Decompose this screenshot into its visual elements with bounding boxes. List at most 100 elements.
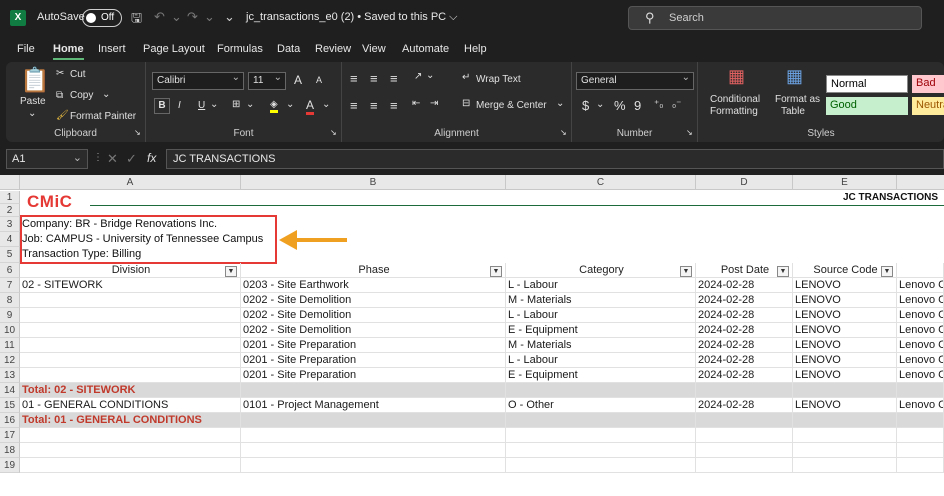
font-name-combo[interactable]: Calibri [152, 72, 244, 90]
cell[interactable] [897, 413, 944, 428]
conditional-formatting-sublabel[interactable]: Formatting [710, 106, 758, 117]
redo-icon[interactable]: ↷ [187, 9, 198, 25]
increase-indent-icon[interactable]: ⇥ [430, 98, 438, 109]
comma-button[interactable]: 9 [634, 98, 641, 113]
redo-dropdown-icon[interactable]: ⌄ [204, 9, 215, 25]
cell[interactable]: Lenovo C [897, 308, 944, 323]
shrink-font-icon[interactable]: A [316, 75, 322, 85]
cell[interactable] [241, 413, 506, 428]
autosave-toggle[interactable]: Off [82, 9, 122, 27]
cut-icon[interactable]: ✂ [56, 68, 64, 79]
format-as-table-sublabel[interactable]: Table [781, 106, 805, 117]
row-header[interactable]: 8 [0, 293, 20, 308]
wrap-text-button[interactable]: Wrap Text [476, 74, 521, 85]
row-header[interactable]: 6 [0, 263, 20, 278]
cell[interactable] [793, 413, 897, 428]
font-launcher-icon[interactable]: ↘ [330, 128, 337, 137]
font-color-icon[interactable]: A [306, 98, 315, 115]
column-header-e[interactable]: E [793, 175, 897, 190]
format-painter-button[interactable]: Format Painter [70, 111, 136, 122]
cell[interactable] [20, 323, 241, 338]
row-header[interactable]: 16 [0, 413, 20, 428]
cell[interactable]: 0101 - Project Management [241, 398, 506, 413]
cell[interactable]: Lenovo C [897, 338, 944, 353]
copy-dropdown-icon[interactable]: ⌄ [102, 89, 110, 100]
merge-center-icon[interactable]: ⊟ [462, 98, 470, 109]
cell[interactable]: 2024-02-28 [696, 278, 793, 293]
row-header[interactable]: 4 [0, 232, 20, 247]
tab-view[interactable]: View [362, 43, 386, 55]
italic-button[interactable]: I [178, 100, 181, 111]
customize-toolbar-icon[interactable]: ⌄ [224, 9, 235, 25]
cell[interactable]: Lenovo C [897, 398, 944, 413]
cell[interactable] [897, 383, 944, 398]
cell[interactable] [897, 428, 944, 443]
cell[interactable]: 0203 - Site Earthwork [241, 278, 506, 293]
row-header[interactable]: 19 [0, 458, 20, 473]
cell[interactable]: LENOVO [793, 278, 897, 293]
cell[interactable] [897, 443, 944, 458]
cell[interactable] [241, 458, 506, 473]
align-right-icon[interactable]: ≡ [390, 98, 398, 113]
column-header-f[interactable] [897, 175, 944, 190]
orientation-dropdown-icon[interactable]: ⌄ [426, 70, 434, 81]
currency-button[interactable]: $ [582, 98, 589, 113]
alignment-launcher-icon[interactable]: ↘ [560, 128, 567, 137]
row-header[interactable]: 11 [0, 338, 20, 353]
cell[interactable] [241, 383, 506, 398]
cell[interactable]: Lenovo C [897, 353, 944, 368]
cell[interactable] [20, 458, 241, 473]
cell[interactable] [793, 458, 897, 473]
grow-font-icon[interactable]: A [294, 73, 302, 87]
cell[interactable] [20, 443, 241, 458]
row-header[interactable]: 13 [0, 368, 20, 383]
undo-icon[interactable]: ↶ [154, 9, 165, 25]
cell[interactable]: LENOVO [793, 368, 897, 383]
cell[interactable] [241, 443, 506, 458]
undo-dropdown-icon[interactable]: ⌄ [171, 9, 182, 25]
tab-formulas[interactable]: Formulas [217, 43, 263, 55]
style-bad[interactable]: Bad [912, 75, 944, 93]
filter-dropdown-icon[interactable]: ▼ [490, 266, 502, 277]
row-header[interactable]: 15 [0, 398, 20, 413]
tab-review[interactable]: Review [315, 43, 351, 55]
merge-dropdown-icon[interactable]: ⌄ [556, 98, 564, 109]
cell[interactable]: 0201 - Site Preparation [241, 338, 506, 353]
cell[interactable]: LENOVO [793, 338, 897, 353]
cell[interactable] [793, 383, 897, 398]
row-header[interactable]: 10 [0, 323, 20, 338]
column-header-a[interactable]: A [20, 175, 241, 190]
formula-input[interactable]: JC TRANSACTIONS [166, 149, 944, 169]
cell[interactable]: E - Equipment [506, 323, 696, 338]
bold-button[interactable]: B [154, 98, 170, 114]
row-header[interactable]: 3 [0, 217, 20, 232]
cell[interactable]: M - Materials [506, 293, 696, 308]
cell[interactable]: L - Labour [506, 308, 696, 323]
cell[interactable] [241, 428, 506, 443]
style-good[interactable]: Good [826, 97, 908, 115]
enter-icon[interactable]: ✓ [126, 151, 137, 167]
cell[interactable]: Lenovo C [897, 368, 944, 383]
font-size-combo[interactable]: 11 [248, 72, 286, 90]
cell[interactable] [793, 428, 897, 443]
cell[interactable]: Lenovo C [897, 278, 944, 293]
row-header[interactable]: 7 [0, 278, 20, 293]
cell[interactable]: Lenovo C [897, 293, 944, 308]
cancel-icon[interactable]: ✕ [107, 151, 118, 167]
align-bottom-icon[interactable]: ≡ [390, 71, 398, 86]
tab-automate[interactable]: Automate [402, 43, 449, 55]
style-normal[interactable]: Normal [826, 75, 908, 93]
orientation-icon[interactable]: ↗ [414, 71, 422, 82]
filter-dropdown-icon[interactable]: ▼ [225, 266, 237, 277]
borders-icon[interactable]: ⊞ [232, 99, 240, 110]
cell[interactable] [696, 428, 793, 443]
style-neutral[interactable]: Neutra [912, 97, 944, 115]
fill-color-icon[interactable]: ◈ [270, 99, 278, 113]
wrap-text-icon[interactable]: ↵ [462, 72, 470, 83]
format-as-table-icon[interactable]: ▦ [786, 66, 803, 87]
name-box-dropdown-icon[interactable]: ⌄ [73, 151, 82, 164]
cell[interactable] [897, 458, 944, 473]
filter-dropdown-icon[interactable]: ▼ [680, 266, 692, 277]
cell[interactable]: 0201 - Site Preparation [241, 353, 506, 368]
fill-color-dropdown-icon[interactable]: ⌄ [286, 99, 294, 110]
